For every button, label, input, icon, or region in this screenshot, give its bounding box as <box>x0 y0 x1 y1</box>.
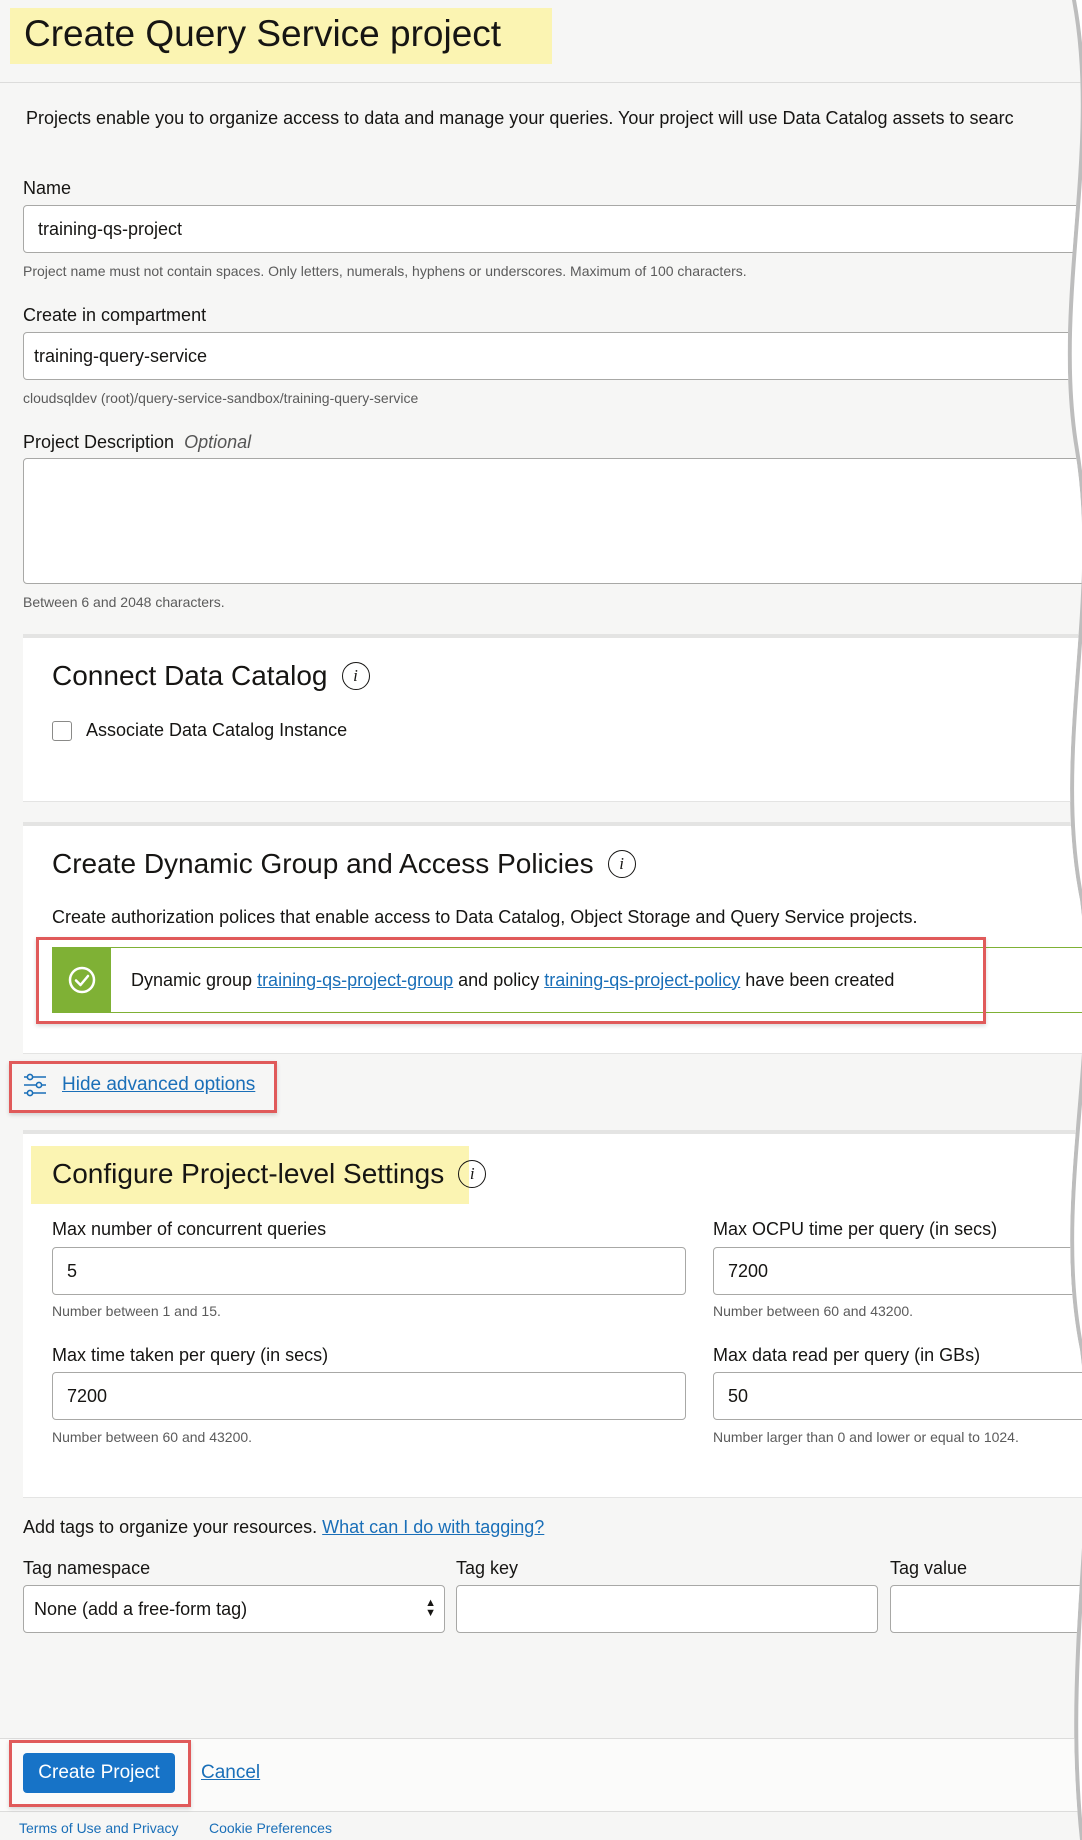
max-concurrent-queries-label: Max number of concurrent queries <box>52 1219 327 1239</box>
name-input-value: training-qs-project <box>38 218 183 239</box>
name-label: Name <box>23 178 72 198</box>
tag-namespace-value: None (add a free-form tag) <box>34 1598 248 1619</box>
dynamic-group-title-text: Create Dynamic Group and Access Policies <box>52 848 594 879</box>
description-hint: Between 6 and 2048 characters. <box>23 594 225 610</box>
associate-catalog-label: Associate Data Catalog Instance <box>86 720 348 740</box>
tag-namespace-label: Tag namespace <box>23 1558 151 1578</box>
page-surface: Create Query Service project Projects en… <box>0 0 1082 1840</box>
max-time-per-query-label: Max time taken per query (in secs) <box>52 1345 329 1365</box>
cookie-preferences-link[interactable]: Cookie Preferences <box>209 1820 332 1836</box>
compartment-label: Create in compartment <box>23 305 207 325</box>
info-icon[interactable]: i <box>458 1160 486 1188</box>
page-title: Create Query Service project <box>24 13 502 54</box>
annotation-box-create <box>9 1740 191 1807</box>
max-concurrent-queries-input[interactable]: 5 <box>52 1247 686 1295</box>
info-icon[interactable]: i <box>342 662 370 690</box>
info-icon[interactable]: i <box>608 850 636 878</box>
tag-key-label: Tag key <box>456 1558 519 1578</box>
header-divider <box>0 82 1082 83</box>
tag-value-label: Tag value <box>890 1558 968 1578</box>
max-ocpu-time-input[interactable]: 7200 <box>713 1247 1082 1295</box>
max-data-read-input[interactable]: 50 <box>713 1372 1082 1420</box>
max-concurrent-queries-value: 5 <box>67 1260 78 1281</box>
compartment-select-value: training-query-service <box>34 345 208 366</box>
data-catalog-title-text: Connect Data Catalog <box>52 660 328 691</box>
tag-value-input[interactable] <box>890 1585 1082 1633</box>
name-input[interactable]: training-qs-project <box>23 205 1082 253</box>
settings-title: Configure Project-level Settings i <box>52 1158 486 1190</box>
tags-intro: Add tags to organize your resources. Wha… <box>23 1517 544 1538</box>
terms-link[interactable]: Terms of Use and Privacy <box>19 1820 179 1836</box>
max-data-read-value: 50 <box>728 1385 749 1406</box>
max-ocpu-time-label: Max OCPU time per query (in secs) <box>713 1219 998 1239</box>
page-intro: Projects enable you to organize access t… <box>26 108 1014 128</box>
associate-catalog-checkbox[interactable] <box>52 721 72 741</box>
max-concurrent-queries-hint: Number between 1 and 15. <box>52 1303 221 1319</box>
annotation-box-success <box>36 937 986 1024</box>
compartment-select[interactable]: training-query-service <box>23 332 1082 380</box>
cancel-link[interactable]: Cancel <box>201 1762 260 1784</box>
description-textarea[interactable] <box>23 458 1082 584</box>
description-optional-tag: Optional <box>184 432 252 452</box>
max-data-read-hint: Number larger than 0 and lower or equal … <box>713 1429 1019 1445</box>
max-time-per-query-hint: Number between 60 and 43200. <box>52 1429 253 1445</box>
dynamic-group-title: Create Dynamic Group and Access Policies… <box>52 848 636 880</box>
compartment-path: cloudsqldev (root)/query-service-sandbox… <box>23 390 419 406</box>
description-label-text: Project Description <box>23 432 175 452</box>
associate-catalog-option[interactable]: Associate Data Catalog Instance <box>52 720 347 741</box>
tag-key-input[interactable] <box>456 1585 878 1633</box>
max-data-read-label: Max data read per query (in GBs) <box>713 1345 981 1365</box>
max-time-per-query-input[interactable]: 7200 <box>52 1372 686 1420</box>
select-arrows-icon: ▲ ▼ <box>425 1597 436 1619</box>
max-ocpu-time-value: 7200 <box>728 1260 769 1281</box>
settings-title-text: Configure Project-level Settings <box>52 1158 445 1189</box>
dynamic-group-description: Create authorization polices that enable… <box>52 907 918 927</box>
tag-namespace-select[interactable]: None (add a free-form tag) ▲ ▼ <box>23 1585 445 1633</box>
max-ocpu-time-hint: Number between 60 and 43200. <box>713 1303 914 1319</box>
annotation-box-advanced <box>9 1061 277 1113</box>
description-label: Project Description Optional <box>23 432 251 453</box>
data-catalog-title: Connect Data Catalog i <box>52 660 370 692</box>
tagging-help-link[interactable]: What can I do with tagging? <box>322 1517 544 1537</box>
name-hint: Project name must not contain spaces. On… <box>23 263 747 279</box>
screenshot-canvas: Create Query Service project Projects en… <box>0 0 1082 1840</box>
tags-intro-text: Add tags to organize your resources. <box>23 1517 323 1537</box>
max-time-per-query-value: 7200 <box>67 1385 108 1406</box>
